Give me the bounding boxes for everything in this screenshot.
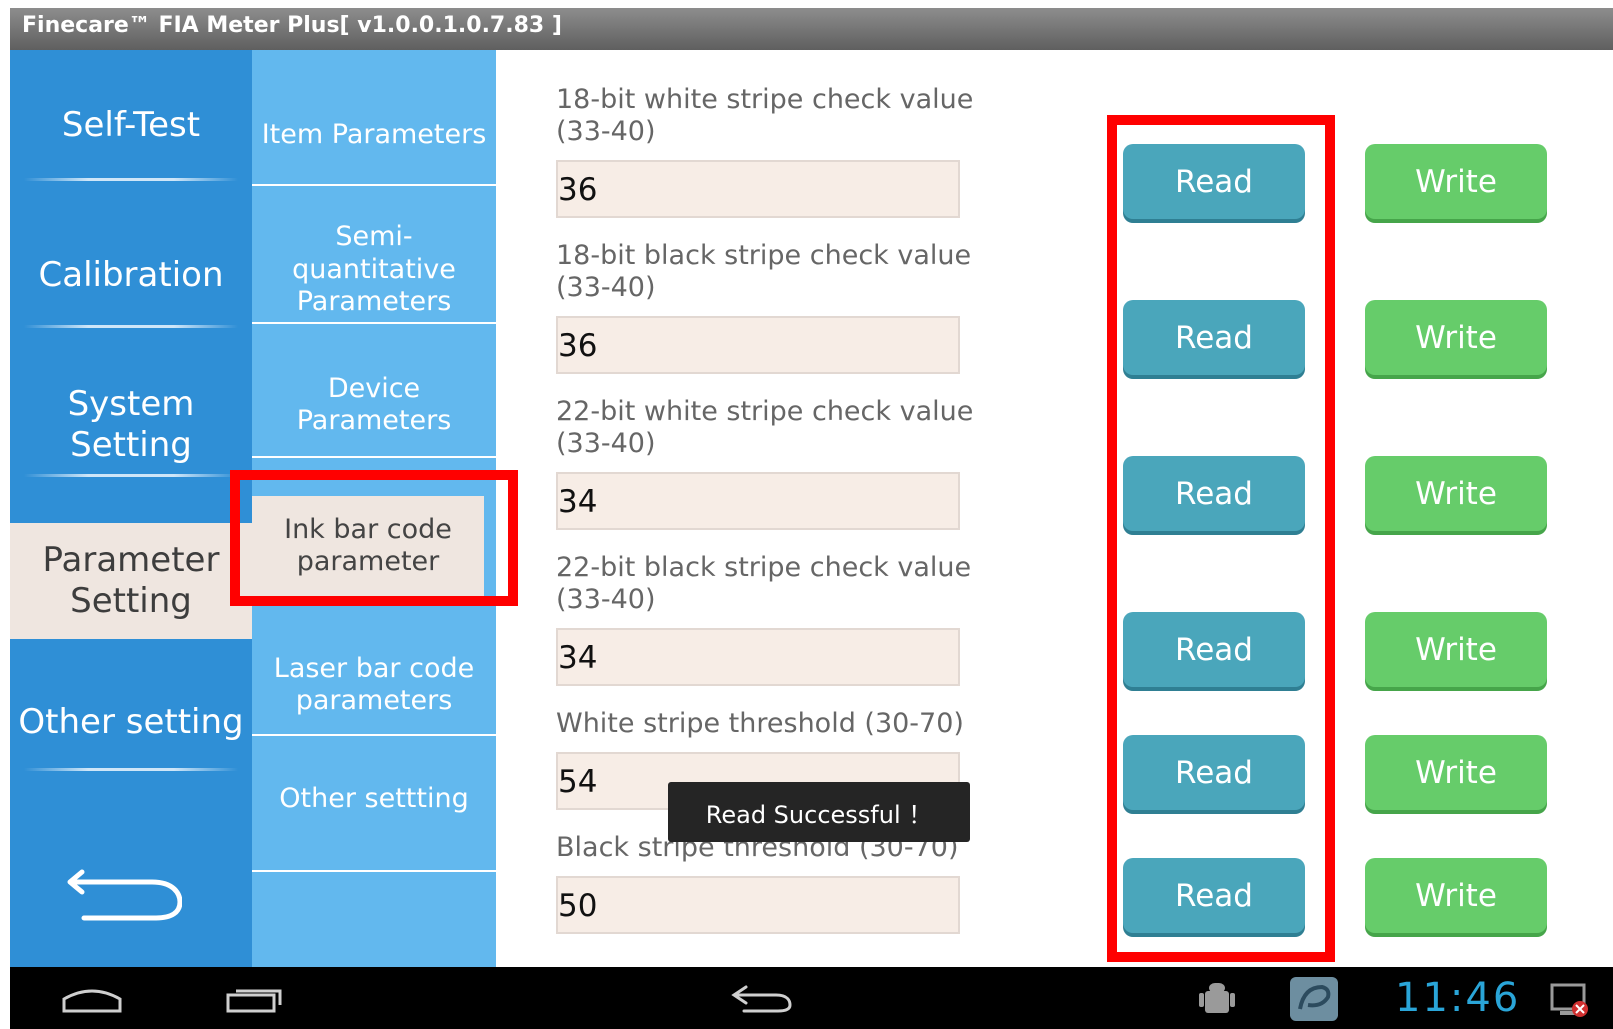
write-button-18bit-white[interactable]: Write: [1365, 144, 1547, 219]
screen: Finecare™ FIA Meter Plus[ v1.0.0.1.0.7.8…: [0, 0, 1613, 1029]
submenu-divider: [252, 184, 496, 186]
submenu-divider: [252, 456, 496, 458]
back-arrow-icon[interactable]: [62, 862, 182, 922]
submenu-item-semi-quantitative[interactable]: Semi-quantitative Parameters: [252, 221, 496, 318]
field-label-22bit-white: 22-bit white stripe check value (33-40): [556, 396, 974, 459]
field-label-18bit-white: 18-bit white stripe check value (33-40): [556, 84, 974, 147]
input-22bit-black[interactable]: 34: [556, 628, 960, 686]
sidebar-item-self-test[interactable]: Self-Test: [10, 80, 252, 170]
input-22bit-white[interactable]: 34: [556, 472, 960, 530]
input-18bit-black[interactable]: 36: [556, 316, 960, 374]
screen-error-icon: [1550, 983, 1588, 1017]
field-label-white-threshold: White stripe threshold (30-70): [556, 708, 964, 739]
home-icon[interactable]: [60, 985, 124, 1015]
android-navbar: 11:46: [10, 967, 1613, 1029]
input-black-threshold[interactable]: 50: [556, 876, 960, 934]
highlight-box-read-buttons: [1107, 115, 1335, 962]
submenu-divider: [252, 322, 496, 324]
field-label-18bit-black: 18-bit black stripe check value (33-40): [556, 240, 972, 303]
sidebar-item-calibration[interactable]: Calibration: [10, 230, 252, 320]
submenu-item-other-settting[interactable]: Other settting: [252, 766, 496, 832]
sidebar-divider: [24, 325, 238, 328]
sidebar-divider: [24, 474, 238, 477]
highlight-box-submenu: [230, 470, 518, 606]
sidebar-item-parameter-setting[interactable]: Parameter Setting: [10, 523, 252, 639]
window-title: Finecare™ FIA Meter Plus[ v1.0.0.1.0.7.8…: [10, 8, 1613, 50]
input-18bit-white[interactable]: 36: [556, 160, 960, 218]
back-icon[interactable]: [730, 981, 794, 1015]
status-clock: 11:46: [1395, 975, 1521, 1021]
write-button-black-threshold[interactable]: Write: [1365, 858, 1547, 933]
main-sidebar: Self-Test Calibration System Setting Par…: [10, 50, 252, 967]
app-notification-icon: [1290, 977, 1338, 1021]
write-button-22bit-black[interactable]: Write: [1365, 612, 1547, 687]
write-button-white-threshold[interactable]: Write: [1365, 735, 1547, 810]
sidebar-item-system-setting[interactable]: System Setting: [10, 375, 252, 475]
submenu-item-item-parameters[interactable]: Item Parameters: [252, 100, 496, 170]
write-button-22bit-white[interactable]: Write: [1365, 456, 1547, 531]
submenu-item-device-parameters[interactable]: Device Parameters: [252, 370, 496, 440]
android-debug-icon: [1199, 983, 1235, 1013]
submenu-item-laser-bar-code[interactable]: Laser bar code parameters: [252, 650, 496, 720]
write-button-18bit-black[interactable]: Write: [1365, 300, 1547, 375]
sidebar-divider: [24, 768, 238, 771]
sidebar-item-other-setting[interactable]: Other setting: [10, 682, 252, 762]
recent-apps-icon[interactable]: [224, 983, 284, 1015]
submenu-divider: [252, 734, 496, 736]
submenu-divider: [252, 870, 496, 872]
toast-message: Read Successful ！: [668, 782, 970, 842]
field-label-22bit-black: 22-bit black stripe check value (33-40): [556, 552, 972, 615]
sidebar-divider: [24, 178, 238, 181]
